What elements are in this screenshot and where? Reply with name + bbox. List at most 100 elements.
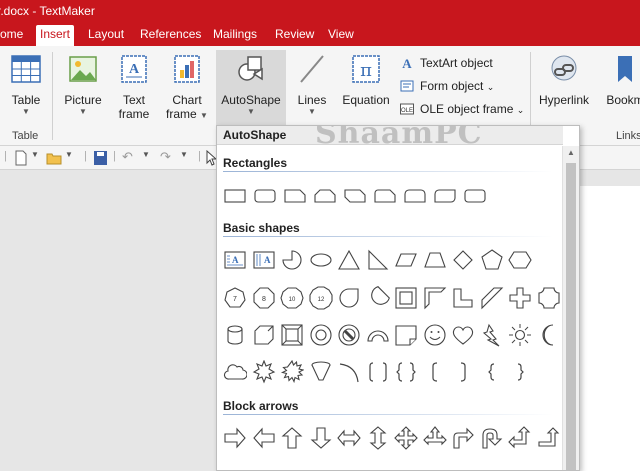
- shape-abentup[interactable]: [537, 426, 561, 450]
- shape-lbracket[interactable]: [423, 360, 447, 384]
- textart-button[interactable]: A TextArt object: [400, 54, 492, 72]
- lines-button[interactable]: Lines ▼: [292, 52, 332, 117]
- shape-aquad[interactable]: [394, 426, 418, 450]
- shape-plaque[interactable]: [537, 286, 561, 310]
- shape-funnel[interactable]: [309, 360, 333, 384]
- chevron-down-icon[interactable]: ▼: [31, 150, 39, 166]
- redo-icon[interactable]: ↷: [160, 149, 171, 165]
- tab-home[interactable]: ome: [0, 25, 27, 46]
- shape-ellipse[interactable]: [309, 248, 333, 272]
- shape-snipround[interactable]: [373, 184, 397, 208]
- shape-rbrace[interactable]: [508, 360, 532, 384]
- equation-button[interactable]: π Equation: [340, 52, 392, 107]
- shape-pent[interactable]: [480, 248, 504, 272]
- shape-bolt[interactable]: [480, 323, 504, 347]
- shape-snip1[interactable]: [283, 184, 307, 208]
- shape-snip2[interactable]: [313, 184, 337, 208]
- shape-frame[interactable]: [394, 286, 418, 310]
- text-frame-button[interactable]: A Text frame: [114, 52, 154, 121]
- shape-star16[interactable]: [280, 360, 304, 384]
- shape-textbox[interactable]: A: [223, 248, 247, 272]
- shape-oct[interactable]: 8: [252, 286, 276, 310]
- chevron-down-icon[interactable]: ▼: [65, 150, 73, 166]
- shape-dblbracket[interactable]: [366, 360, 390, 384]
- picture-button[interactable]: Picture ▼: [60, 52, 106, 117]
- shape-cube[interactable]: [252, 323, 276, 347]
- shape-smiley[interactable]: [423, 323, 447, 347]
- shape-alu[interactable]: [508, 426, 532, 450]
- shape-rect[interactable]: [223, 184, 247, 208]
- undo-icon[interactable]: ↶: [122, 149, 133, 165]
- shape-plus[interactable]: [508, 286, 532, 310]
- shape-diamond[interactable]: [451, 248, 475, 272]
- shape-alr[interactable]: [337, 426, 361, 450]
- shape-rbracket[interactable]: [451, 360, 475, 384]
- save-icon[interactable]: [93, 150, 108, 166]
- shape-para[interactable]: [394, 248, 418, 272]
- tab-view[interactable]: View: [324, 25, 358, 46]
- autoshape-button[interactable]: AutoShape ▼: [216, 50, 286, 129]
- shape-chord[interactable]: [366, 286, 390, 310]
- shape-aup[interactable]: [280, 426, 304, 450]
- shape-dec[interactable]: 10: [280, 286, 304, 310]
- shape-rrect[interactable]: [253, 184, 277, 208]
- ole-object-frame-button[interactable]: OLE OLE object frame ⌄: [400, 100, 524, 118]
- shape-lbrace[interactable]: [480, 360, 504, 384]
- shape-sun[interactable]: [508, 323, 532, 347]
- shape-hept[interactable]: 7: [223, 286, 247, 310]
- shape-rounddiag[interactable]: [433, 184, 457, 208]
- shape-halfframe[interactable]: [423, 286, 447, 310]
- shape-arcline[interactable]: [337, 360, 361, 384]
- shape-aright[interactable]: [223, 426, 247, 450]
- shape-rtri[interactable]: [366, 248, 390, 272]
- chevron-down-icon[interactable]: ▼: [180, 150, 188, 166]
- new-document-icon[interactable]: [14, 150, 28, 166]
- table-button[interactable]: Table ▼: [6, 52, 46, 117]
- shape-diagstripe[interactable]: [480, 286, 504, 310]
- scrollbar-thumb[interactable]: [566, 163, 576, 470]
- tab-mailings[interactable]: Mailings: [209, 25, 261, 46]
- shape-moon[interactable]: [537, 323, 561, 347]
- shape-star8[interactable]: [252, 360, 276, 384]
- shape-tri[interactable]: [337, 248, 361, 272]
- shape-aud[interactable]: [366, 426, 390, 450]
- shape-aleft[interactable]: [252, 426, 276, 450]
- shape-folded[interactable]: [394, 323, 418, 347]
- shape-alru[interactable]: [422, 426, 447, 450]
- tab-layout[interactable]: Layout: [84, 25, 128, 46]
- scrollbar[interactable]: ▲: [562, 146, 579, 470]
- shape-roundsame[interactable]: [403, 184, 427, 208]
- tab-review[interactable]: Review: [271, 25, 318, 46]
- shape-arc[interactable]: [366, 323, 390, 347]
- shape-hex[interactable]: [508, 248, 532, 272]
- scroll-up-icon[interactable]: ▲: [567, 148, 575, 157]
- shape-rrect[interactable]: [463, 184, 487, 208]
- shape-adown[interactable]: [309, 426, 333, 450]
- shape-vtext[interactable]: A: [252, 248, 276, 272]
- shape-nosym[interactable]: [337, 323, 361, 347]
- shape-heart[interactable]: [451, 323, 475, 347]
- hyperlink-button[interactable]: Hyperlink: [538, 52, 590, 107]
- bookmark-button[interactable]: Bookm: [600, 52, 640, 107]
- shape-dblbrace[interactable]: [394, 360, 418, 384]
- form-object-button[interactable]: Form object ⌄: [400, 77, 494, 95]
- shape-lshape[interactable]: [451, 286, 475, 310]
- shape-snip3[interactable]: [343, 184, 367, 208]
- shape-can[interactable]: [223, 323, 247, 347]
- chart-frame-button[interactable]: Chart frame ▼: [164, 52, 210, 121]
- open-folder-icon[interactable]: [46, 150, 62, 166]
- shape-trap[interactable]: [423, 248, 447, 272]
- tab-insert[interactable]: Insert: [36, 25, 75, 46]
- shape-dodec[interactable]: 12: [308, 286, 333, 310]
- shape-bevel[interactable]: [280, 323, 304, 347]
- tab-references[interactable]: References: [136, 25, 205, 46]
- shape-abent[interactable]: [451, 426, 475, 450]
- shape-auturn[interactable]: [480, 426, 504, 450]
- shape-tear[interactable]: [337, 286, 361, 310]
- shape-cloud[interactable]: [223, 360, 247, 384]
- chevron-down-icon[interactable]: ▼: [142, 150, 150, 166]
- shape-donut[interactable]: [309, 323, 333, 347]
- pointer-icon[interactable]: [206, 150, 216, 166]
- shape-pie[interactable]: [280, 248, 304, 272]
- document-page[interactable]: [578, 186, 640, 471]
